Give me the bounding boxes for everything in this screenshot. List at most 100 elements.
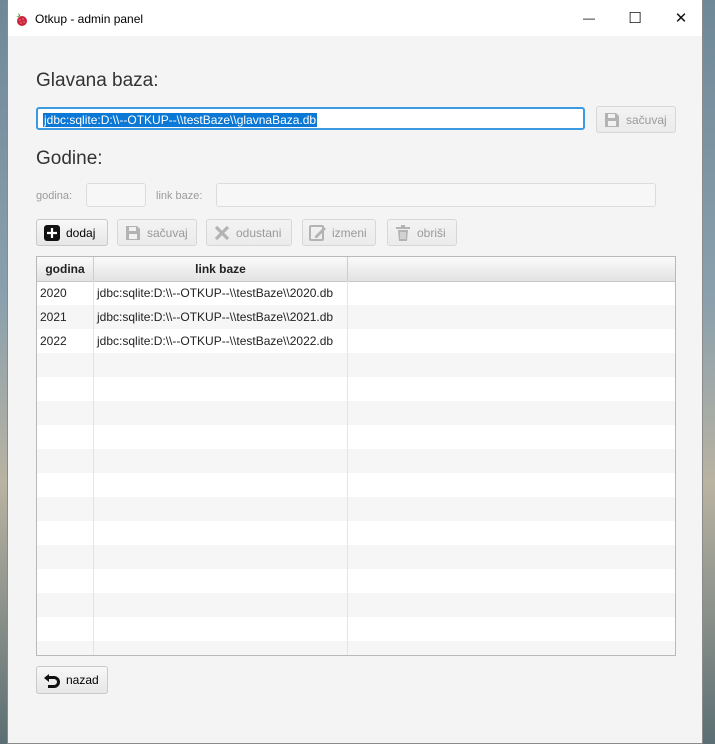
table-row[interactable] (37, 353, 675, 377)
table-row[interactable] (37, 593, 675, 617)
close-icon: ✕ (674, 10, 688, 27)
cell-filler (348, 329, 675, 353)
cancel-label: odustani (236, 225, 282, 240)
cell-link (94, 401, 348, 425)
cell-filler (348, 377, 675, 401)
delete-label: obriši (417, 225, 446, 240)
cell-filler (348, 425, 675, 449)
back-arrow-icon (42, 670, 62, 690)
table-row[interactable]: 2020 jdbc:sqlite:D:\\--OTKUP--\\testBaze\… (37, 281, 675, 305)
table-row[interactable] (37, 473, 675, 497)
main-db-value: jdbc:sqlite:D:\\--OTKUP--\\testBaze\\gla… (43, 113, 318, 127)
trash-icon (393, 223, 413, 243)
floppy-disk-icon (123, 223, 143, 243)
cell-link (94, 497, 348, 521)
table-row[interactable] (37, 377, 675, 401)
main-db-save-label: sačuvaj (626, 112, 667, 127)
cell-year (37, 353, 94, 377)
table-row[interactable] (37, 545, 675, 569)
cell-filler (348, 545, 675, 569)
cell-year (37, 497, 94, 521)
table-row[interactable] (37, 641, 675, 655)
cell-year (37, 641, 94, 655)
table-row[interactable] (37, 569, 675, 593)
cell-link (94, 545, 348, 569)
cell-year (37, 425, 94, 449)
main-db-heading: Glavana baza: (36, 70, 159, 91)
cell-year (37, 545, 94, 569)
cell-year (37, 521, 94, 545)
maximize-button[interactable]: ☐ (612, 0, 658, 36)
table-row[interactable]: 2022 jdbc:sqlite:D:\\--OTKUP--\\testBaze\… (37, 329, 675, 353)
cell-link (94, 425, 348, 449)
cell-link (94, 641, 348, 655)
cell-link: jdbc:sqlite:D:\\--OTKUP--\\testBaze\\202… (94, 329, 348, 353)
back-button[interactable]: nazad (36, 666, 108, 694)
cell-filler (348, 449, 675, 473)
app-window: Otkup - admin panel — ☐ ✕ Glavana baza: … (7, 0, 703, 744)
window-title: Otkup - admin panel (35, 12, 144, 26)
column-header-filler (348, 257, 675, 281)
back-label: nazad (66, 673, 99, 687)
cell-link (94, 521, 348, 545)
table-row[interactable] (37, 497, 675, 521)
table-header: godina link baze (37, 257, 675, 282)
cell-filler (348, 569, 675, 593)
table-row[interactable] (37, 425, 675, 449)
title-bar[interactable]: Otkup - admin panel — ☐ ✕ (8, 0, 702, 36)
column-header-link[interactable]: link baze (94, 257, 348, 281)
cell-filler (348, 305, 675, 329)
cell-year (37, 449, 94, 473)
cell-link (94, 617, 348, 641)
link-field[interactable] (216, 183, 656, 207)
cell-link (94, 353, 348, 377)
cell-filler (348, 473, 675, 497)
cell-year (37, 473, 94, 497)
raspberry-icon (16, 12, 27, 26)
cell-link (94, 449, 348, 473)
floppy-disk-icon (602, 110, 622, 130)
close-button[interactable]: ✕ (658, 0, 704, 36)
link-label: link baze: (156, 190, 203, 202)
edit-button[interactable]: izmeni (302, 219, 376, 246)
table-row[interactable] (37, 449, 675, 473)
pencil-icon (308, 223, 328, 243)
plus-icon (42, 223, 62, 243)
maximize-icon: ☐ (628, 10, 642, 27)
cell-filler (348, 353, 675, 377)
cell-filler (348, 593, 675, 617)
add-button[interactable]: dodaj (36, 219, 108, 246)
cell-link (94, 593, 348, 617)
cell-year (37, 377, 94, 401)
column-header-year[interactable]: godina (37, 257, 94, 281)
cell-filler (348, 281, 675, 305)
cell-year (37, 401, 94, 425)
cell-year: 2022 (37, 329, 94, 353)
table-row[interactable] (37, 617, 675, 641)
cell-year (37, 569, 94, 593)
minimize-icon: — (583, 11, 595, 25)
cell-filler (348, 497, 675, 521)
year-label: godina: (36, 190, 73, 202)
table-row[interactable] (37, 401, 675, 425)
cell-filler (348, 641, 675, 655)
cell-year (37, 617, 94, 641)
cell-filler (348, 521, 675, 545)
save-button[interactable]: sačuvaj (117, 219, 197, 246)
table-row[interactable]: 2021 jdbc:sqlite:D:\\--OTKUP--\\testBaze\… (37, 305, 675, 329)
main-db-save-button[interactable]: sačuvaj (596, 106, 676, 133)
delete-button[interactable]: obriši (387, 219, 457, 246)
save-label: sačuvaj (147, 225, 188, 240)
cell-link (94, 569, 348, 593)
table-row[interactable] (37, 521, 675, 545)
cell-link: jdbc:sqlite:D:\\--OTKUP--\\testBaze\\202… (94, 281, 348, 305)
cell-year (37, 593, 94, 617)
minimize-button[interactable]: — (566, 0, 612, 36)
cancel-button[interactable]: odustani (206, 219, 292, 246)
year-field[interactable] (86, 183, 146, 207)
cell-year: 2020 (37, 281, 94, 305)
add-label: dodaj (66, 225, 96, 240)
years-table[interactable]: godina link baze 2020 jdbc:sqlite:D:\\--O… (36, 256, 676, 656)
main-db-input[interactable]: jdbc:sqlite:D:\\--OTKUP--\\testBaze\\gla… (36, 107, 585, 130)
cell-year: 2021 (37, 305, 94, 329)
